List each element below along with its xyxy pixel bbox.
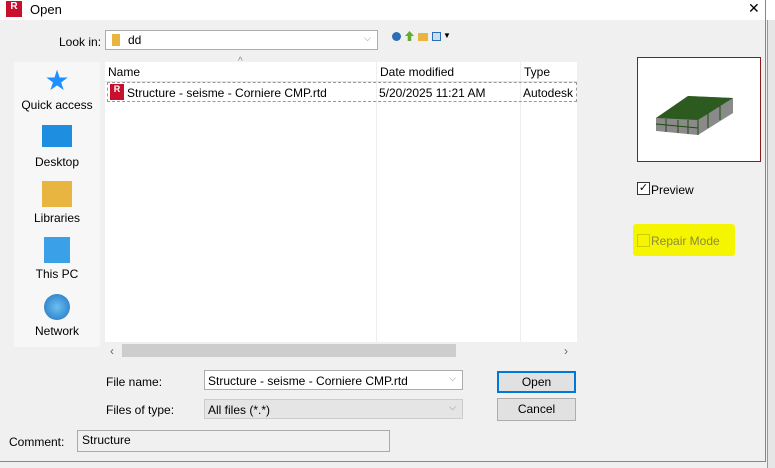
column-divider — [376, 62, 377, 342]
file-list[interactable]: ^ Name Date modified Type R Structure - … — [105, 56, 577, 360]
horizontal-scrollbar[interactable]: ‹ › — [105, 342, 577, 360]
star-icon: ★ — [44, 65, 70, 96]
desktop-icon — [42, 125, 72, 147]
preview-pane — [637, 57, 761, 162]
comment-field: Structure — [77, 430, 390, 452]
place-label: This PC — [35, 267, 79, 281]
file-type-value: All files (*.*) — [208, 403, 271, 417]
place-libraries[interactable]: Libraries — [14, 181, 100, 225]
type-cell: Autodesk — [523, 86, 574, 100]
file-type-select[interactable]: All files (*.*) ⌵ — [204, 399, 463, 419]
new-folder-icon[interactable] — [418, 33, 428, 41]
place-this-pc[interactable]: This PC — [14, 237, 100, 281]
scroll-right-icon[interactable]: › — [564, 344, 568, 358]
place-label: Desktop — [34, 155, 80, 169]
preview-checkbox[interactable]: ✓ — [637, 182, 650, 195]
computer-icon — [44, 237, 70, 263]
app-icon: R — [6, 1, 22, 17]
column-header-date[interactable]: Date modified — [380, 65, 454, 79]
repair-mode-label: Repair Mode — [651, 234, 720, 248]
folder-icon — [112, 34, 120, 46]
sort-ascending-icon: ^ — [238, 56, 243, 67]
column-header-type[interactable]: Type — [524, 65, 550, 79]
back-icon[interactable] — [392, 32, 401, 41]
file-name-value: Structure - seisme - Corniere CMP.rtd — [208, 374, 408, 388]
chevron-down-icon: ⌵ — [364, 33, 371, 43]
place-network[interactable]: Network — [14, 294, 100, 338]
libraries-icon — [42, 181, 72, 207]
look-in-label: Look in: — [59, 35, 102, 49]
place-label: Network — [34, 324, 79, 338]
look-in-combo[interactable]: dd ⌵ — [105, 30, 378, 50]
chevron-down-icon[interactable]: ⌵ — [449, 402, 456, 413]
look-in-value: dd — [128, 33, 142, 47]
close-button[interactable]: ✕ — [748, 0, 760, 17]
scroll-left-icon[interactable]: ‹ — [110, 344, 114, 358]
date-cell: 5/20/2025 11:21 AM — [379, 86, 486, 100]
scrollbar-thumb[interactable] — [122, 344, 456, 357]
view-menu-chevron-icon[interactable]: ▼ — [443, 31, 451, 40]
file-name-input[interactable]: Structure - seisme - Corniere CMP.rtd ⌵ — [204, 370, 463, 390]
table-row[interactable]: R Structure - seisme - Corniere CMP.rtd … — [107, 82, 577, 102]
file-name-cell: Structure - seisme - Corniere CMP.rtd — [127, 86, 327, 100]
model-preview-image — [655, 96, 733, 135]
chevron-down-icon[interactable]: ⌵ — [449, 373, 456, 384]
view-menu-icon[interactable] — [432, 32, 441, 41]
file-name-label: File name: — [106, 375, 163, 389]
window-title: Open — [30, 2, 62, 17]
column-header-name[interactable]: Name — [108, 65, 140, 79]
column-divider — [520, 62, 521, 342]
repair-mode-checkbox[interactable] — [637, 234, 650, 247]
place-quick-access[interactable]: ★ Quick access — [14, 65, 100, 113]
file-type-label: Files of type: — [106, 403, 175, 417]
comment-label: Comment: — [9, 435, 65, 449]
cancel-button[interactable]: Cancel — [497, 398, 576, 421]
place-label: Libraries — [33, 211, 81, 225]
preview-label: Preview — [651, 183, 694, 197]
place-label: Quick access — [21, 98, 93, 112]
comment-value: Structure — [82, 433, 131, 447]
network-icon — [44, 294, 70, 320]
open-button[interactable]: Open — [497, 371, 576, 393]
rtd-file-icon: R — [110, 84, 124, 100]
place-desktop[interactable]: Desktop — [14, 125, 100, 169]
background-window-edge — [767, 20, 775, 468]
